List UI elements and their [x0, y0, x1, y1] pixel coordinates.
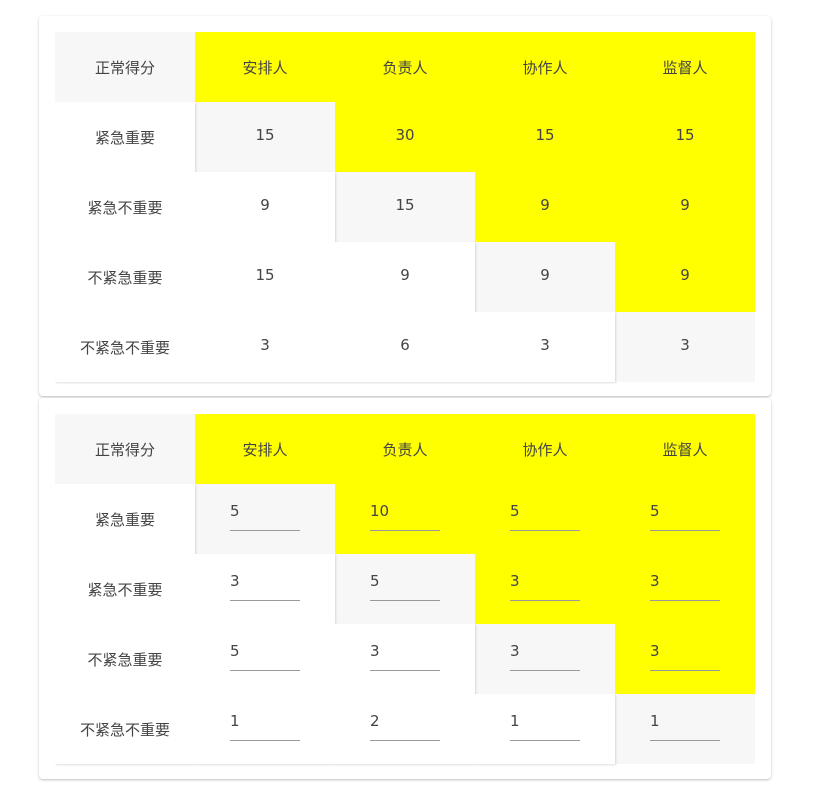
- score-table: 正常得分 安排人 负责人 协作人 监督人 紧急重要 15 30 15 15 紧急…: [55, 32, 755, 382]
- score-input[interactable]: [230, 641, 300, 670]
- editable-score-table-card: 正常得分 安排人 负责人 协作人 监督人 紧急重要 紧急不重要 不紧急重要 不紧…: [39, 398, 771, 779]
- score-input-cell: [195, 554, 335, 624]
- score-cell: 30: [335, 102, 475, 172]
- column-header-owner: 负责人: [335, 32, 475, 102]
- column-header-supervisor: 监督人: [615, 32, 755, 102]
- score-cell: 15: [195, 242, 335, 312]
- column-header-collaborator: 协作人: [475, 32, 615, 102]
- score-cell: 6: [335, 312, 475, 382]
- row-header-not-urgent-not-important: 不紧急不重要: [55, 694, 195, 764]
- score-cell: 9: [615, 172, 755, 242]
- score-input[interactable]: [370, 571, 440, 600]
- score-cell: 3: [615, 312, 755, 382]
- corner-header: 正常得分: [55, 414, 195, 484]
- score-input[interactable]: [650, 501, 720, 530]
- score-input-cell: [475, 484, 615, 554]
- score-cell: 3: [195, 312, 335, 382]
- row-header-not-urgent-important: 不紧急重要: [55, 242, 195, 312]
- score-cell: 15: [615, 102, 755, 172]
- score-input-cell: [615, 554, 755, 624]
- score-input-cell: [615, 694, 755, 764]
- score-input[interactable]: [230, 571, 300, 600]
- score-input[interactable]: [650, 571, 720, 600]
- row-header-urgent-important: 紧急重要: [55, 102, 195, 172]
- editable-score-table: 正常得分 安排人 负责人 协作人 监督人 紧急重要 紧急不重要 不紧急重要 不紧…: [55, 414, 755, 764]
- score-input-cell: [615, 484, 755, 554]
- column-header-arranger: 安排人: [195, 414, 335, 484]
- score-cell: 9: [195, 172, 335, 242]
- row-header-urgent-important: 紧急重要: [55, 484, 195, 554]
- score-cell: 15: [335, 172, 475, 242]
- score-input[interactable]: [650, 711, 720, 740]
- score-input[interactable]: [370, 711, 440, 740]
- row-header-urgent-not-important: 紧急不重要: [55, 172, 195, 242]
- score-input-cell: [195, 484, 335, 554]
- score-cell: 9: [475, 242, 615, 312]
- column-header-arranger: 安排人: [195, 32, 335, 102]
- score-cell: 15: [195, 102, 335, 172]
- score-input[interactable]: [510, 641, 580, 670]
- score-input[interactable]: [510, 711, 580, 740]
- score-input-cell: [615, 624, 755, 694]
- score-cell: 9: [475, 172, 615, 242]
- score-table-card: 正常得分 安排人 负责人 协作人 监督人 紧急重要 15 30 15 15 紧急…: [39, 16, 771, 396]
- score-input[interactable]: [370, 641, 440, 670]
- score-input[interactable]: [230, 501, 300, 530]
- row-header-not-urgent-important: 不紧急重要: [55, 624, 195, 694]
- score-cell: 9: [615, 242, 755, 312]
- score-cell: 3: [475, 312, 615, 382]
- score-cell: 9: [335, 242, 475, 312]
- row-header-not-urgent-not-important: 不紧急不重要: [55, 312, 195, 382]
- score-cell: 15: [475, 102, 615, 172]
- score-input-cell: [335, 484, 475, 554]
- score-input-cell: [195, 694, 335, 764]
- score-input-cell: [335, 554, 475, 624]
- column-header-collaborator: 协作人: [475, 414, 615, 484]
- score-input-cell: [195, 624, 335, 694]
- score-input-cell: [335, 624, 475, 694]
- corner-header: 正常得分: [55, 32, 195, 102]
- score-input[interactable]: [230, 711, 300, 740]
- score-input-cell: [475, 554, 615, 624]
- row-header-urgent-not-important: 紧急不重要: [55, 554, 195, 624]
- score-input-cell: [475, 624, 615, 694]
- score-input[interactable]: [510, 571, 580, 600]
- score-input[interactable]: [510, 501, 580, 530]
- score-input-cell: [335, 694, 475, 764]
- score-input[interactable]: [650, 641, 720, 670]
- column-header-supervisor: 监督人: [615, 414, 755, 484]
- score-input-cell: [475, 694, 615, 764]
- score-input[interactable]: [370, 501, 440, 530]
- column-header-owner: 负责人: [335, 414, 475, 484]
